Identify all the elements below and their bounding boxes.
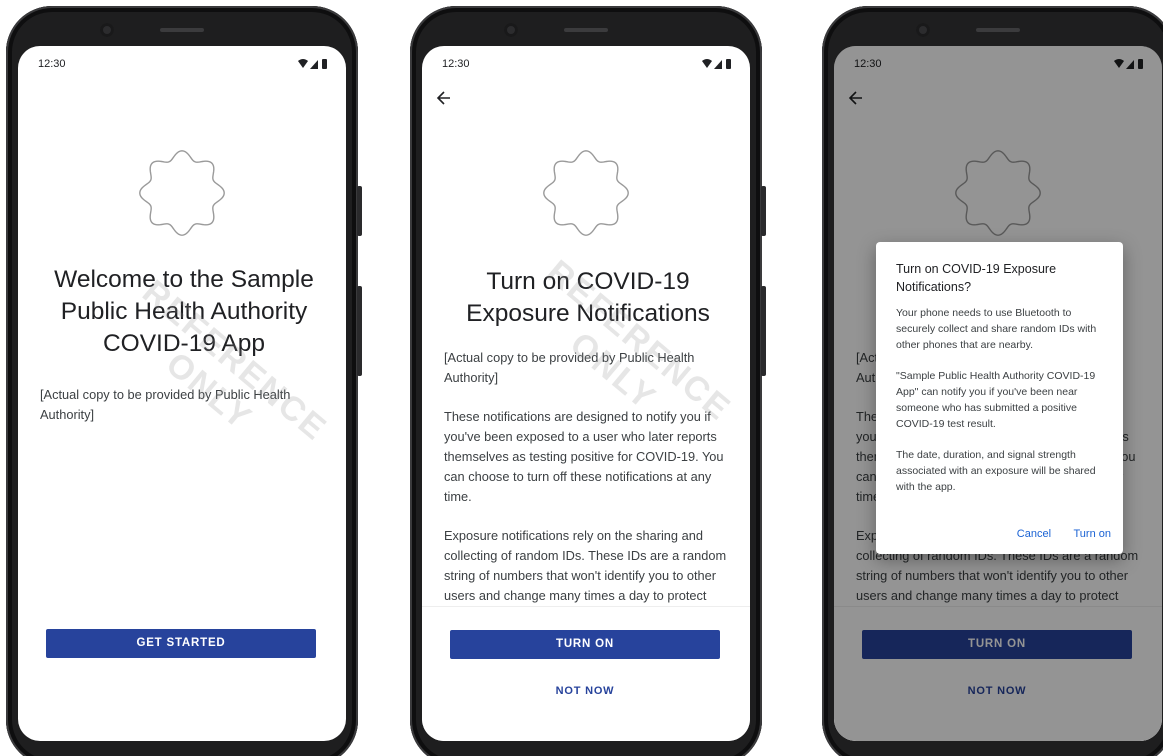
welcome-screen: 12:30 Welcome to the Sample Public Healt… [18,46,346,741]
dialog-title: Turn on COVID-19 Exposure Notifications? [896,262,1057,294]
exposure-notifications-dialog: Turn on COVID-19 Exposure Notifications?… [876,242,1123,554]
badge-icon [543,150,629,236]
get-started-button[interactable]: GET STARTED [46,629,316,658]
front-camera [100,23,114,37]
front-camera [504,23,518,37]
turn-on-button[interactable]: TURN ON [450,630,720,659]
earpiece-speaker [564,28,608,32]
body-copy: [Actual copy to be provided by Public He… [40,385,328,444]
body-copy: [Actual copy to be provided by Public He… [444,348,732,645]
wifi-icon [702,59,712,68]
status-icons [298,59,327,69]
earpiece-speaker [976,28,1020,32]
cell-signal-icon [714,60,722,69]
status-time: 12:30 [442,58,470,70]
phone-frame-welcome: 12:30 Welcome to the Sample Public Healt… [6,6,362,756]
phone-frame-turn-on: 12:30 Turn on COVID-19 Exposure Notifica… [410,6,766,756]
battery-icon [726,59,731,69]
front-camera [916,23,930,37]
dialog-paragraph: The date, duration, and signal strength … [896,449,1096,493]
body-paragraph: [Actual copy to be provided by Public He… [40,387,291,422]
turn-on-screen: 12:30 Turn on COVID-19 Exposure Notifica… [422,46,750,741]
page-title: Welcome to the Sample Public Health Auth… [54,266,314,357]
cell-signal-icon [310,60,318,69]
power-button [357,186,362,236]
phone-frame-dialog: 12:30 Turn on COVID-19 Exposure Notifica… [822,6,1163,756]
volume-button [761,286,766,376]
status-bar: 12:30 [38,58,330,72]
earpiece-speaker [160,28,204,32]
battery-icon [322,59,327,69]
back-arrow-icon[interactable] [434,88,454,108]
permission-dialog-screen: 12:30 Turn on COVID-19 Exposure Notifica… [834,46,1162,741]
power-button [761,186,766,236]
page-title: Turn on COVID-19 Exposure Notifications [466,268,710,327]
dialog-actions: Cancel Turn on [999,524,1111,542]
wifi-icon [298,59,308,68]
dialog-body: Your phone needs to use Bluetooth to sec… [896,305,1105,495]
status-time: 12:30 [38,58,66,70]
button-bar [422,606,750,741]
volume-button [357,286,362,376]
dialog-paragraph: Your phone needs to use Bluetooth to sec… [896,307,1097,351]
dialog-paragraph: "Sample Public Health Authority COVID-19… [896,370,1096,430]
status-icons [702,59,731,69]
status-bar: 12:30 [442,58,734,72]
body-paragraph: [Actual copy to be provided by Public He… [444,350,695,385]
dialog-turn-on-button[interactable]: Turn on [1073,528,1111,540]
body-paragraph: These notifications are designed to noti… [444,409,724,504]
badge-icon [139,150,225,236]
not-now-button[interactable]: NOT NOW [450,678,720,704]
cancel-button[interactable]: Cancel [1017,528,1051,540]
